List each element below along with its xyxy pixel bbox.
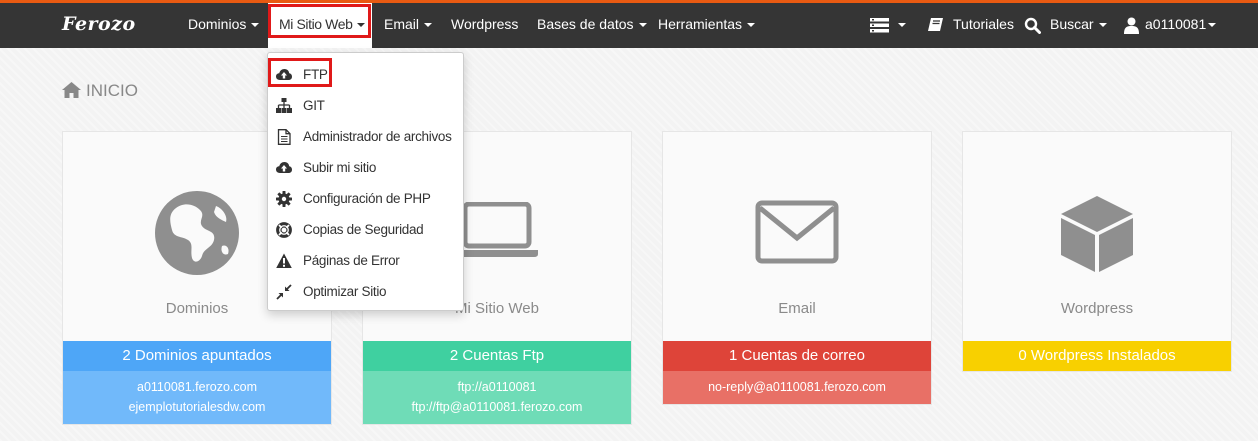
gear-icon	[276, 191, 292, 207]
sitemap-icon	[276, 98, 292, 113]
user-menu[interactable]: a0110081	[1124, 3, 1217, 48]
nav-email[interactable]: Email	[384, 3, 433, 48]
compress-icon	[276, 284, 292, 300]
top-navbar: Ferozo Dominios Mi Sitio Web Email Wordp…	[0, 3, 1258, 48]
dropdown-item-label: GIT	[303, 98, 325, 113]
tutoriales-label: Tutoriales	[953, 16, 1014, 32]
file-icon	[277, 129, 291, 145]
nav-dominios-label: Dominios	[188, 16, 247, 32]
envelope-icon	[755, 200, 839, 264]
dropdown-item-optimizar-sitio[interactable]: Optimizar Sitio	[268, 276, 463, 307]
username-label: a0110081	[1145, 16, 1207, 32]
page-title-text: INICIO	[86, 81, 138, 100]
life-ring-icon	[276, 222, 292, 238]
caret-down-icon	[424, 23, 433, 28]
list-menu-button[interactable]	[870, 3, 906, 48]
globe-icon	[155, 191, 239, 275]
user-icon	[1124, 17, 1139, 34]
card-stat: 2 Cuentas Ftp	[363, 341, 631, 371]
nav-wordpress[interactable]: Wordpress	[451, 3, 518, 48]
search-icon	[1024, 17, 1041, 34]
mi-sitio-web-dropdown: FTP GIT Administrador de archivos Subir …	[267, 52, 464, 311]
dropdown-item-copias-de-seguridad[interactable]: Copias de Seguridad	[268, 214, 463, 245]
caret-down-icon	[1208, 23, 1217, 28]
card-label: Wordpress	[1060, 300, 1134, 317]
card-label: Email	[778, 300, 816, 317]
highlight-frame-ftp	[268, 58, 332, 87]
card-list: no-reply@a0110081.ferozo.com	[663, 371, 931, 404]
nav-herramientas[interactable]: Herramientas	[658, 3, 756, 48]
nav-dominios[interactable]: Dominios	[188, 3, 260, 48]
tutoriales-link[interactable]: Tutoriales	[927, 3, 1014, 48]
dropdown-item-label: Configuración de PHP	[303, 191, 431, 206]
list-item: ftp://a0110081	[457, 380, 537, 394]
laptop-icon	[456, 201, 538, 257]
caret-down-icon	[1098, 23, 1107, 28]
home-icon	[62, 82, 81, 98]
dropdown-item-label: Páginas de Error	[303, 253, 400, 268]
nav-email-label: Email	[384, 16, 420, 32]
cube-icon	[1061, 196, 1133, 272]
list-item: ftp://ftp@a0110081.ferozo.com	[411, 400, 583, 414]
dropdown-item-label: Copias de Seguridad	[303, 222, 424, 237]
dropdown-item-git[interactable]: GIT	[268, 90, 463, 121]
caret-down-icon	[898, 23, 906, 28]
warning-icon	[276, 253, 292, 268]
dropdown-item-label: Administrador de archivos	[303, 129, 452, 144]
dropdown-item-configuracion-de-php[interactable]: Configuración de PHP	[268, 183, 463, 214]
highlight-frame-nav	[268, 4, 371, 38]
nav-herramientas-label: Herramientas	[658, 16, 743, 32]
card-email[interactable]: Email 1 Cuentas de correo no-reply@a0110…	[662, 131, 932, 405]
caret-down-icon	[747, 23, 756, 28]
buscar-menu[interactable]: Buscar	[1024, 3, 1107, 48]
page-title: INICIO	[62, 81, 138, 101]
list-item: no-reply@a0110081.ferozo.com	[708, 380, 886, 394]
dropdown-item-label: Subir mi sitio	[303, 160, 377, 175]
card-stat: 0 Wordpress Instalados	[963, 341, 1231, 371]
card-list: a0110081.ferozo.com ejemplotutorialesdw.…	[63, 371, 331, 424]
book-icon	[928, 18, 943, 32]
dropdown-item-label: Optimizar Sitio	[303, 284, 387, 299]
cloud-upload-icon	[276, 162, 292, 173]
dropdown-item-administrador-de-archivos[interactable]: Administrador de archivos	[268, 121, 463, 152]
list-item: ejemplotutorialesdw.com	[128, 400, 266, 414]
caret-down-icon	[251, 23, 260, 28]
buscar-label: Buscar	[1050, 16, 1094, 32]
ferozo-logo[interactable]: Ferozo	[62, 13, 136, 35]
list-icon	[870, 17, 889, 33]
nav-bases-de-datos[interactable]: Bases de datos	[537, 3, 647, 48]
caret-down-icon	[638, 23, 647, 28]
card-stat: 2 Dominios apuntados	[63, 341, 331, 371]
dropdown-item-subir-mi-sitio[interactable]: Subir mi sitio	[268, 152, 463, 183]
dropdown-item-paginas-de-error[interactable]: Páginas de Error	[268, 245, 463, 276]
nav-bases-de-datos-label: Bases de datos	[537, 16, 634, 32]
list-item: a0110081.ferozo.com	[137, 380, 257, 394]
card-wordpress[interactable]: Wordpress 0 Wordpress Instalados	[962, 131, 1232, 372]
card-stat: 1 Cuentas de correo	[663, 341, 931, 371]
nav-wordpress-label: Wordpress	[451, 16, 519, 32]
card-list: ftp://a0110081 ftp://ftp@a0110081.ferozo…	[363, 371, 631, 424]
